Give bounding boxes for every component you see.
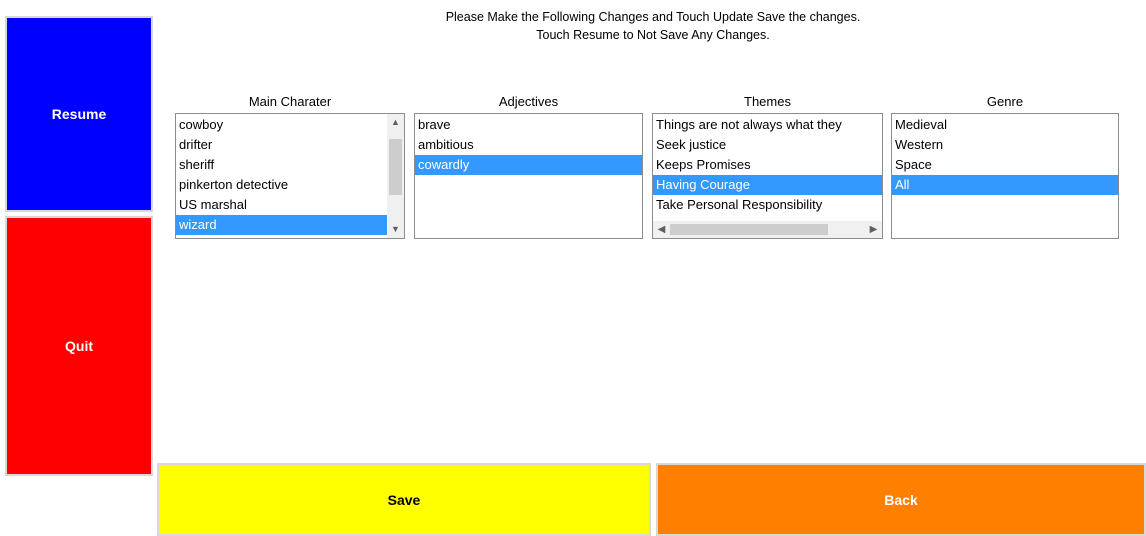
themes-items: Things are not always what they Seek just… [653,115,882,215]
resume-button-label: Resume [51,106,107,122]
adjectives-items: brave ambitious cowardly [415,115,642,175]
list-item[interactable]: All [892,175,1118,195]
back-button[interactable]: Back [656,463,1146,536]
list-item[interactable]: US marshal [176,195,388,215]
themes-listbox[interactable]: Things are not always what they Seek just… [652,113,883,239]
list-item[interactable]: brave [415,115,642,135]
scroll-right-arrow-icon[interactable]: ▶ [865,221,882,238]
quit-button-label: Quit [65,338,93,354]
back-button-label: Back [884,491,918,508]
main-character-listbox[interactable]: cowboy drifter sheriff pinkerton detective U… [175,113,405,239]
list-item[interactable]: Seek justice [653,135,882,155]
list-item[interactable]: ambitious [415,135,642,155]
quit-button[interactable]: Quit [5,216,153,476]
adjectives-label: Adjectives [498,94,559,109]
main-character-items: cowboy drifter sheriff pinkerton detective U… [176,115,388,235]
list-item[interactable]: Space [892,155,1118,175]
genre-items: Medieval Western Space All [892,115,1118,195]
main-character-vertical-scrollbar[interactable]: ▲ ▼ [387,114,404,238]
list-item[interactable]: sheriff [176,155,388,175]
instructions: Please Make the Following Changes and To… [160,8,1146,44]
list-item[interactable]: cowboy [176,115,388,135]
scroll-down-arrow-icon[interactable]: ▼ [387,221,404,238]
resume-button[interactable]: Resume [5,16,153,212]
instructions-line-1: Please Make the Following Changes and To… [445,10,861,24]
save-button[interactable]: Save [157,463,651,536]
list-item[interactable]: pinkerton detective [176,175,388,195]
scroll-left-arrow-icon[interactable]: ◀ [653,221,670,238]
list-item[interactable]: Take Personal Responsibility [653,195,882,215]
list-item[interactable]: Things are not always what they [653,115,882,135]
scrollbar-thumb[interactable] [670,224,828,235]
themes-label: Themes [744,94,791,109]
list-item[interactable]: Keeps Promises [653,155,882,175]
scroll-up-arrow-icon[interactable]: ▲ [387,114,404,131]
themes-horizontal-scrollbar[interactable]: ◀ ▶ [653,221,882,238]
genre-label: Genre [986,94,1024,109]
list-item[interactable]: wizard [176,215,388,235]
list-item[interactable]: Having Courage [653,175,882,195]
scrollbar-thumb[interactable] [389,139,402,195]
instructions-line-2: Touch Resume to Not Save Any Changes. [536,28,770,42]
list-item[interactable]: drifter [176,135,388,155]
save-button-label: Save [387,491,421,508]
adjectives-listbox[interactable]: brave ambitious cowardly [414,113,643,239]
list-item[interactable]: Medieval [892,115,1118,135]
list-item[interactable]: Western [892,135,1118,155]
genre-listbox[interactable]: Medieval Western Space All [891,113,1119,239]
main-character-label: Main Charater [248,94,332,109]
list-item[interactable]: cowardly [415,155,642,175]
